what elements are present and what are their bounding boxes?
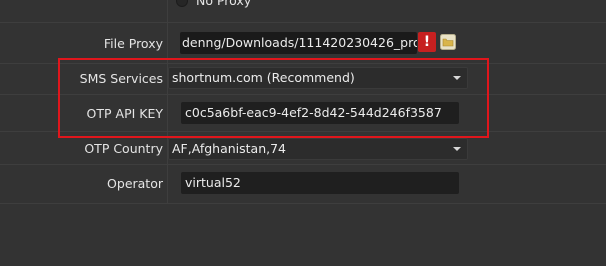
no-proxy-radio[interactable] (176, 0, 188, 7)
otp-country-selected: AF,Afghanistan,74 (172, 141, 287, 156)
otp-country-select[interactable]: AF,Afghanistan,74 (168, 138, 468, 160)
operator-label: Operator (107, 176, 163, 191)
proxy-otp-settings-panel: No Proxy File Proxy denng/Downloads/1114… (0, 0, 606, 266)
file-proxy-path-field[interactable]: denng/Downloads/111420230426_proxy. (180, 32, 417, 54)
warning-icon[interactable]: ! (418, 32, 436, 52)
highlight-box (58, 58, 489, 138)
no-proxy-label: No Proxy (196, 0, 252, 8)
operator-input[interactable]: virtual52 (181, 172, 459, 194)
no-proxy-row: No Proxy (0, 0, 606, 23)
file-proxy-label: File Proxy (103, 36, 163, 51)
browse-folder-icon[interactable] (440, 33, 456, 51)
otp-country-label: OTP Country (84, 141, 163, 156)
chevron-down-icon (453, 147, 461, 151)
